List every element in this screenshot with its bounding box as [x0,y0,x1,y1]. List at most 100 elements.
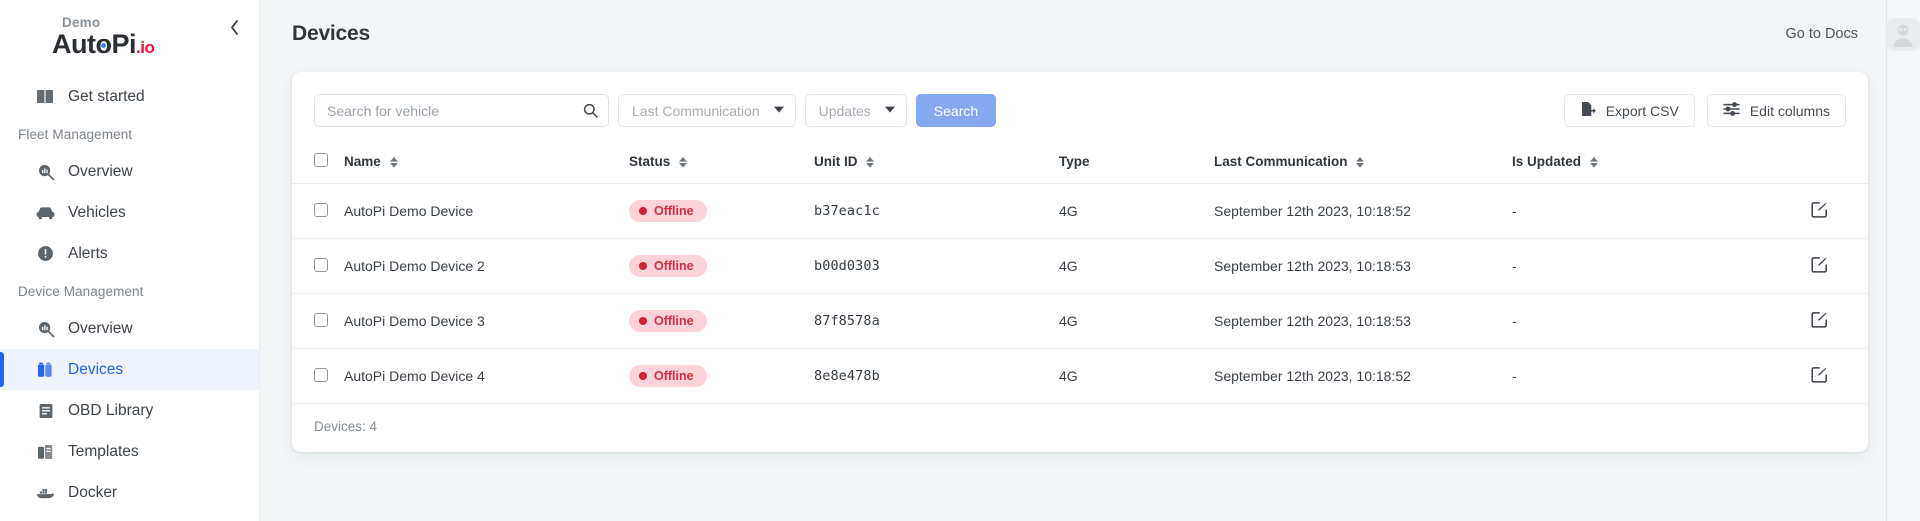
header-type: Type [1059,145,1214,184]
edit-device-button[interactable] [1811,366,1828,383]
row-select-cell [292,183,344,239]
sidebar-item-templates[interactable]: Templates [0,431,259,472]
status-badge: Offline [629,365,707,387]
go-to-docs-link[interactable]: Go to Docs [1785,26,1886,42]
sidebar-item-docker[interactable]: Docker [0,472,259,513]
select-all-checkbox[interactable] [314,153,328,167]
page-title: Devices [292,22,370,45]
export-csv-button[interactable]: Export CSV [1563,94,1695,127]
edit-columns-button[interactable]: Edit columns [1706,94,1846,127]
sidebar-item-vehicles[interactable]: Vehicles [0,192,259,233]
header-name-label: Name [344,154,381,169]
sidebar-item-label: Vehicles [68,203,126,221]
last-communication-value: September 12th 2023, 10:18:52 [1214,203,1411,219]
cell-is-updated: - [1512,238,1732,294]
type-value: 4G [1059,258,1078,274]
table-row[interactable]: AutoPi Demo Device 3 Offline 87f8578a 4G Sep… [292,293,1868,349]
status-dot-icon [639,207,647,215]
row-checkbox[interactable] [314,257,328,272]
alert-circle-icon [36,244,55,263]
updates-select[interactable]: Updates [804,94,907,127]
device-name: AutoPi Demo Device 3 [344,313,485,329]
sidebar-item-label: Devices [68,360,124,378]
header-unit-id-label: Unit ID [814,154,858,169]
sidebar-collapse-button[interactable] [221,16,247,42]
header-is-updated-label: Is Updated [1512,154,1582,169]
cell-type: 4G [1059,293,1214,349]
devices-icon [36,360,55,379]
chevron-down-icon [773,105,784,116]
row-checkbox[interactable] [314,367,328,382]
row-select-cell [292,348,344,404]
row-select-cell [292,238,344,294]
header-last-communication[interactable]: Last Communication [1214,145,1512,184]
edit-pencil-icon [1811,257,1827,273]
sidebar-section-fleet-management: Fleet Management [18,127,133,142]
cell-is-updated: - [1512,183,1732,239]
edit-device-button[interactable] [1811,311,1828,328]
search-input[interactable] [327,102,583,119]
type-value: 4G [1059,203,1078,219]
table-row[interactable]: AutoPi Demo Device Offline b37eac1c 4G Septe… [292,183,1868,239]
sidebar-item-alerts[interactable]: Alerts [0,233,259,274]
header-status[interactable]: Status [629,145,814,184]
header-name[interactable]: Name [344,145,629,184]
cell-name: AutoPi Demo Device [344,183,629,239]
export-csv-label: Export CSV [1605,102,1679,119]
header-unit-id[interactable]: Unit ID [814,145,1059,184]
sidebar-item-global-variables[interactable]: Global Variables [0,513,259,521]
sidebar-item-fleet-overview[interactable]: Overview [0,151,259,192]
sidebar: Demo Aut o Pi .io Get started Fleet Managem… [0,0,259,521]
sort-icon[interactable] [1589,156,1598,169]
status-label: Offline [654,204,694,218]
devices-table-head: Name Status Unit ID Type Last Communicat… [292,145,1868,184]
status-badge: Offline [629,310,707,332]
sort-icon[interactable] [389,156,398,169]
user-avatar[interactable] [1886,17,1920,51]
cell-name: AutoPi Demo Device 2 [344,238,629,294]
sidebar-item-label: OBD Library [68,401,154,419]
sidebar-item-obd-library[interactable]: OBD Library [0,390,259,431]
brand-name-pre: Aut [52,29,96,59]
header-actions [1732,145,1868,184]
cell-is-updated: - [1512,348,1732,404]
is-updated-value: - [1512,313,1517,329]
sort-icon[interactable] [1356,156,1365,169]
edit-device-button[interactable] [1811,256,1828,273]
cell-actions [1732,293,1868,349]
cell-unit-id: 8e8e478b [814,348,1059,404]
sidebar-item-devices[interactable]: Devices [0,349,259,390]
updates-select-label: Updates [818,102,871,119]
last-communication-select[interactable]: Last Communication [618,94,796,127]
sort-icon[interactable] [866,156,875,169]
search-button[interactable]: Search [915,94,997,127]
header-is-updated[interactable]: Is Updated [1512,145,1732,184]
unit-id-value: 87f8578a [814,313,880,329]
avatar-cell [1886,0,1920,68]
device-name: AutoPi Demo Device [344,203,474,219]
docker-whale-icon [36,483,55,502]
sidebar-item-get-started[interactable]: Get started [0,76,259,117]
row-checkbox[interactable] [314,312,328,327]
search-field-wrapper[interactable] [314,94,609,127]
cell-unit-id: b00d0303 [814,238,1059,294]
last-communication-value: September 12th 2023, 10:18:52 [1214,368,1411,384]
sort-icon[interactable] [679,156,688,169]
last-communication-value: September 12th 2023, 10:18:53 [1214,258,1411,274]
table-row[interactable]: AutoPi Demo Device 2 Offline b00d0303 4G Sep… [292,238,1868,294]
search-icon[interactable] [583,103,598,118]
table-header-row: Name Status Unit ID Type Last Communicat… [292,145,1868,184]
cell-actions [1732,348,1868,404]
sidebar-item-device-overview[interactable]: Overview [0,308,259,349]
unit-id-value: b37eac1c [814,203,880,219]
table-row[interactable]: AutoPi Demo Device 4 Offline 8e8e478b 4G Sep… [292,348,1868,404]
edit-device-button[interactable] [1811,201,1828,218]
cell-last-communication: September 12th 2023, 10:18:53 [1214,238,1512,294]
last-communication-select-label: Last Communication [632,102,760,119]
status-badge: Offline [629,200,707,222]
avatar-placeholder-icon [1893,24,1913,47]
row-checkbox[interactable] [314,202,328,217]
devices-count-footer: Devices: 4 [314,419,378,434]
cell-status: Offline [629,183,814,239]
magnifier-chart-icon [36,319,55,338]
